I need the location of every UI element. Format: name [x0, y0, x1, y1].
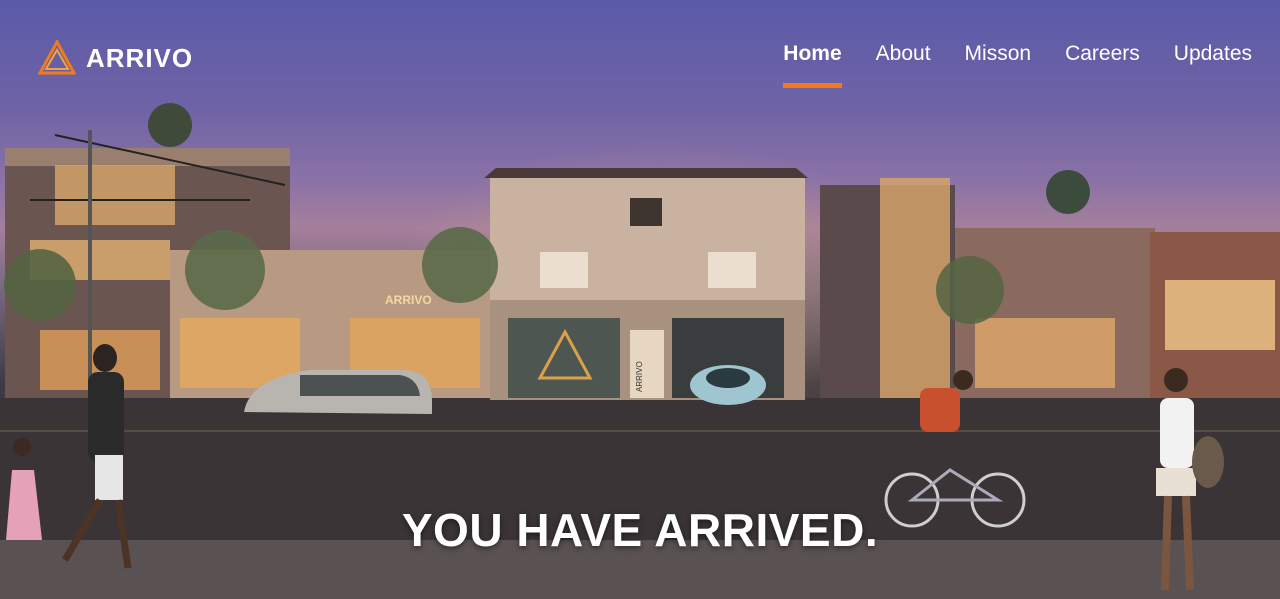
garage-door-left	[508, 318, 620, 398]
hero-headline: YOU HAVE ARRIVED.	[401, 503, 879, 556]
arrivo-building: ARRIVO	[484, 168, 808, 400]
door-sign: ARRIVO	[635, 361, 644, 392]
nav-item-home[interactable]: Home	[783, 42, 843, 88]
site-header: ARRIVO Home About Misson Careers Updates	[0, 0, 1280, 110]
tree	[4, 249, 76, 321]
nav-item-careers[interactable]: Careers	[1065, 42, 1140, 66]
brand-logo[interactable]: ARRIVO	[38, 40, 193, 76]
brand-name: ARRIVO	[86, 42, 194, 73]
arrivo-triangle-icon	[38, 40, 76, 75]
nav-item-updates[interactable]: Updates	[1174, 42, 1252, 66]
right-building	[820, 170, 1280, 398]
hero-section: ARRIVO ARRIVO ARRIVO Home About Misson C…	[0, 0, 1280, 599]
nav-item-mission[interactable]: Misson	[965, 42, 1032, 66]
tree	[936, 256, 1004, 324]
main-nav: Home About Misson Careers Updates	[783, 42, 1252, 88]
tree	[185, 230, 265, 310]
storefront-sign: ARRIVO	[385, 293, 432, 307]
tree	[422, 227, 498, 303]
garage-vehicle	[690, 365, 766, 405]
nav-item-about[interactable]: About	[876, 42, 931, 66]
